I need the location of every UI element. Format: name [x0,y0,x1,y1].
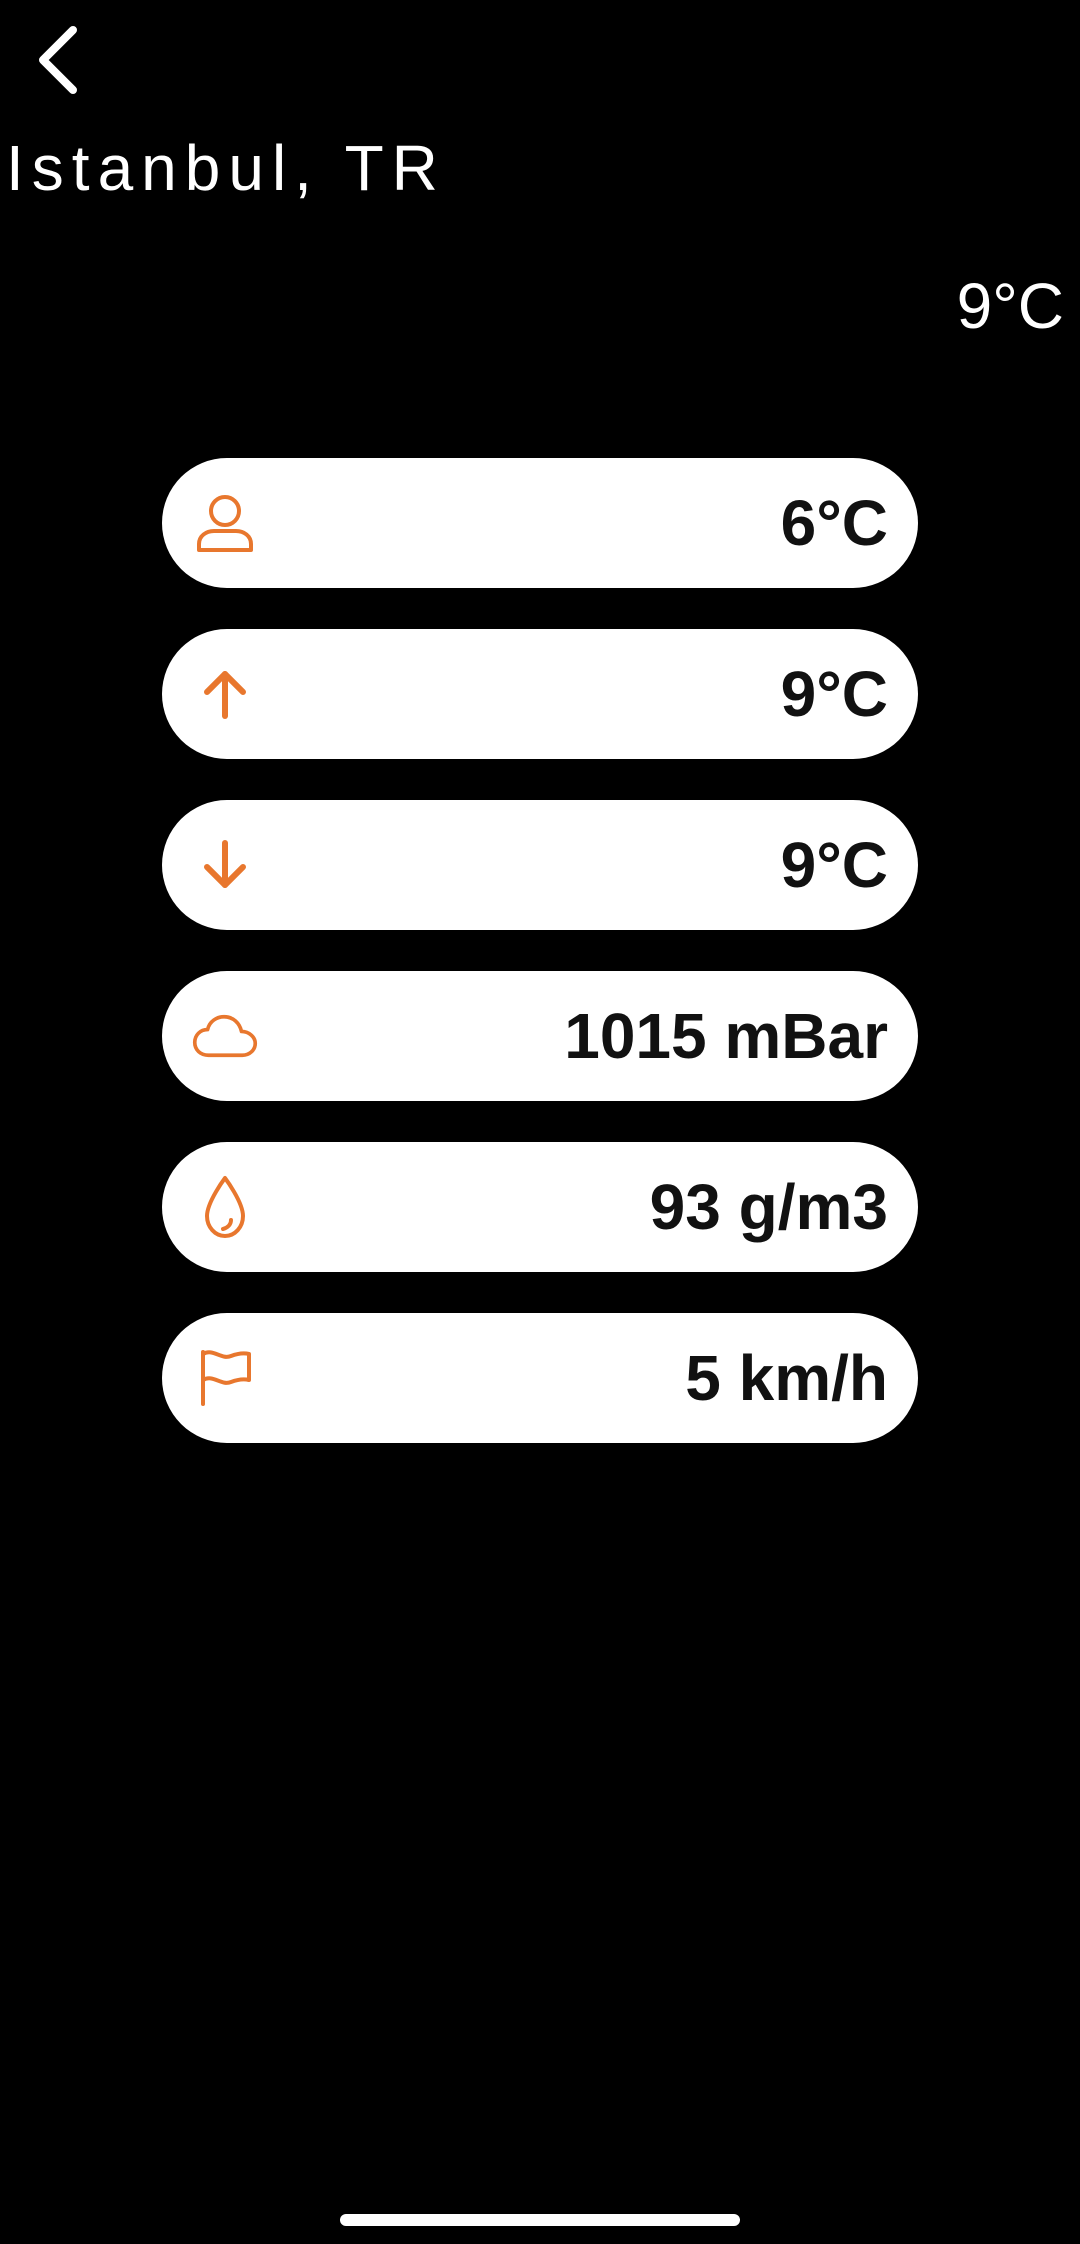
back-button[interactable] [22,22,92,102]
cloud-icon [192,1003,258,1069]
person-icon [192,490,258,556]
metric-value: 5 km/h [685,1342,888,1414]
metric-row-pressure: 1015 mBar [162,971,918,1101]
metric-row-max-temperature: 9°C [162,629,918,759]
arrow-up-icon [192,661,258,727]
metric-value: 93 g/m3 [649,1171,888,1243]
city-title: Istanbul, TR [6,132,446,204]
metric-row-wind-speed: 5 km/h [162,1313,918,1443]
metric-row-min-temperature: 9°C [162,800,918,930]
droplet-icon [192,1174,258,1240]
arrow-down-icon [192,832,258,898]
chevron-left-icon [33,24,81,101]
metric-row-feels-like: 6°C [162,458,918,588]
current-temperature: 9°C [956,270,1064,342]
metric-value: 1015 mBar [564,1000,888,1072]
metric-value: 6°C [780,487,888,559]
metric-value: 9°C [780,829,888,901]
weather-metrics-list: 6°C 9°C 9°C 1015 mBar 93 g/m3 5 km/h [162,458,918,1484]
metric-row-humidity: 93 g/m3 [162,1142,918,1272]
home-indicator[interactable] [340,2214,740,2226]
flag-icon [192,1345,258,1411]
metric-value: 9°C [780,658,888,730]
